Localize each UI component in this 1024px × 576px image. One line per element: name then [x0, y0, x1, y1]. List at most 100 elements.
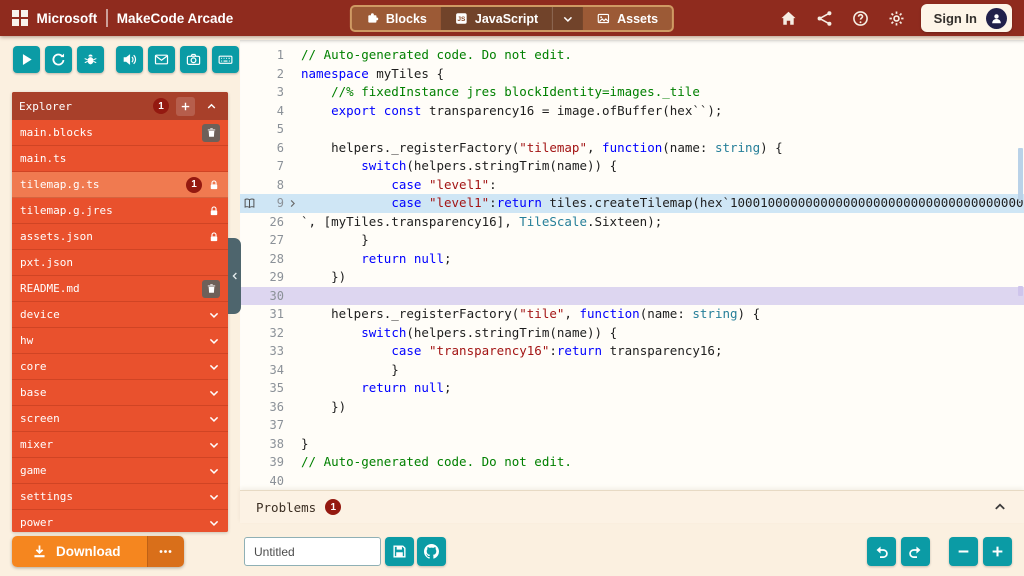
- code-line-1[interactable]: 1 // Auto-generated code. Do not edit.: [240, 46, 1024, 65]
- save-project-button[interactable]: [385, 537, 414, 566]
- home-button[interactable]: [779, 8, 799, 28]
- footer-actions: [867, 537, 1012, 566]
- code-line-4[interactable]: 4 export const transparency16 = image.of…: [240, 102, 1024, 121]
- code-text: `, [myTiles.transparency16], TileScale.S…: [301, 213, 663, 229]
- code-line-38[interactable]: 38}: [240, 435, 1024, 454]
- blocks-tab[interactable]: Blocks: [352, 7, 441, 30]
- file-item-README.md[interactable]: README.md: [12, 276, 228, 302]
- project-name-input[interactable]: [244, 537, 381, 566]
- code-line-3[interactable]: 3 //% fixedInstance jres blockIdentity=i…: [240, 83, 1024, 102]
- code-text: export const transparency16 = image.ofBu…: [331, 102, 723, 118]
- file-item-main.blocks[interactable]: main.blocks: [12, 120, 228, 146]
- add-file-button[interactable]: [176, 96, 195, 116]
- code-line-30[interactable]: 30: [240, 286, 1024, 306]
- code-text: case "transparency16":return transparenc…: [391, 343, 723, 358]
- folder-item-settings[interactable]: settings: [12, 484, 228, 510]
- file-item-pxt.json[interactable]: pxt.json: [12, 250, 228, 276]
- collapse-sidebar-handle[interactable]: [228, 238, 241, 314]
- zoom-out-button[interactable]: [949, 537, 978, 566]
- folder-item-screen[interactable]: screen: [12, 406, 228, 432]
- chevron-down-icon: [208, 335, 220, 347]
- folder-item-device[interactable]: device: [12, 302, 228, 328]
- file-item-tilemap.g.jres[interactable]: tilemap.g.jres: [12, 198, 228, 224]
- sign-in-button[interactable]: Sign In: [920, 4, 1012, 32]
- delete-file-button[interactable]: [202, 123, 220, 142]
- fold-margin: [284, 213, 301, 232]
- code-line-29[interactable]: 29 }): [240, 268, 1024, 287]
- overview-ruler-mark: [1018, 286, 1023, 296]
- fold-margin: [284, 453, 301, 472]
- zoom-in-icon: [990, 544, 1005, 559]
- collapse-explorer-button[interactable]: [202, 97, 221, 116]
- code-line-27[interactable]: 27 }: [240, 231, 1024, 250]
- undo-button[interactable]: [867, 537, 896, 566]
- play-button[interactable]: [13, 46, 40, 73]
- app-header: Microsoft MakeCode Arcade Blocks JS Java…: [0, 0, 1024, 36]
- line-number: 40: [269, 473, 284, 488]
- mail-button[interactable]: [148, 46, 175, 73]
- code-line-28[interactable]: 28 return null;: [240, 250, 1024, 269]
- line-number: 2: [276, 66, 284, 81]
- download-label: Download: [56, 544, 121, 559]
- glyph-margin: [240, 65, 258, 84]
- settings-button[interactable]: [887, 8, 907, 28]
- glyph-margin: [240, 46, 258, 65]
- collapse-problems-button[interactable]: [992, 499, 1008, 515]
- code-line-7[interactable]: 7 switch(helpers.stringTrim(name)) {: [240, 157, 1024, 176]
- fold-collapsed-icon[interactable]: [284, 194, 301, 213]
- chevron-down-icon: [208, 387, 220, 399]
- download-button[interactable]: Download: [12, 536, 147, 567]
- code-line-2[interactable]: 2 namespace myTiles {: [240, 65, 1024, 84]
- code-line-39[interactable]: 39 // Auto-generated code. Do not edit.: [240, 453, 1024, 472]
- code-line-32[interactable]: 32 switch(helpers.stringTrim(name)) {: [240, 324, 1024, 343]
- debug-button[interactable]: [77, 46, 104, 73]
- problems-panel[interactable]: Problems 1: [240, 490, 1024, 523]
- screenshot-button[interactable]: [180, 46, 207, 73]
- file-item-assets.json[interactable]: assets.json: [12, 224, 228, 250]
- folder-item-base[interactable]: base: [12, 380, 228, 406]
- code-line-40[interactable]: 40: [240, 472, 1024, 491]
- folder-item-hw[interactable]: hw: [12, 328, 228, 354]
- fold-margin: [284, 287, 301, 306]
- file-item-main.ts[interactable]: main.ts: [12, 146, 228, 172]
- tilemap-glyph-icon[interactable]: [240, 194, 258, 213]
- zoom-in-button[interactable]: [983, 537, 1012, 566]
- keyboard-button[interactable]: [212, 46, 239, 73]
- folder-item-game[interactable]: game: [12, 458, 228, 484]
- code-line-31[interactable]: 31 helpers._registerFactory("tile", func…: [240, 305, 1024, 324]
- code-line-36[interactable]: 36 }): [240, 398, 1024, 417]
- code-line-8[interactable]: 8 case "level1":: [240, 176, 1024, 195]
- delete-file-button[interactable]: [202, 279, 220, 298]
- sound-button[interactable]: [116, 46, 143, 73]
- code-line-33[interactable]: 33 case "transparency16":return transpar…: [240, 342, 1024, 361]
- code-line-5[interactable]: 5: [240, 120, 1024, 139]
- code-line-6[interactable]: 6 helpers._registerFactory("tilemap", fu…: [240, 139, 1024, 158]
- code-line-34[interactable]: 34 }: [240, 361, 1024, 380]
- ellipsis-icon: [158, 544, 173, 559]
- file-item-tilemap.g.ts[interactable]: tilemap.g.ts 1: [12, 172, 228, 198]
- chevron-up-icon: [206, 101, 217, 112]
- explorer-header[interactable]: Explorer 1: [12, 92, 228, 120]
- restart-button[interactable]: [45, 46, 72, 73]
- code-editor[interactable]: 1 // Auto-generated code. Do not edit. 2 na…: [240, 40, 1024, 490]
- code-line-37[interactable]: 37: [240, 416, 1024, 435]
- line-number: 9: [276, 196, 284, 210]
- folder-item-power[interactable]: power: [12, 510, 228, 532]
- code-line-35[interactable]: 35 return null;: [240, 379, 1024, 398]
- download-options-button[interactable]: [146, 536, 184, 567]
- help-button[interactable]: [851, 8, 871, 28]
- folder-item-mixer[interactable]: mixer: [12, 432, 228, 458]
- redo-button[interactable]: [901, 537, 930, 566]
- code-line-26[interactable]: 26 `, [myTiles.transparency16], TileScale…: [240, 213, 1024, 232]
- code-line-9[interactable]: 9 case "level1":return tiles.createTilem…: [240, 194, 1024, 213]
- file-name: main.blocks: [20, 126, 93, 139]
- assets-tab[interactable]: Assets: [583, 7, 672, 30]
- folder-item-core[interactable]: core: [12, 354, 228, 380]
- language-dropdown[interactable]: [552, 7, 584, 30]
- github-button[interactable]: [417, 537, 446, 566]
- code-text: case "level1":: [391, 176, 497, 192]
- fold-margin: [284, 65, 301, 84]
- javascript-tab[interactable]: JS JavaScript: [440, 7, 553, 30]
- share-button[interactable]: [815, 8, 835, 28]
